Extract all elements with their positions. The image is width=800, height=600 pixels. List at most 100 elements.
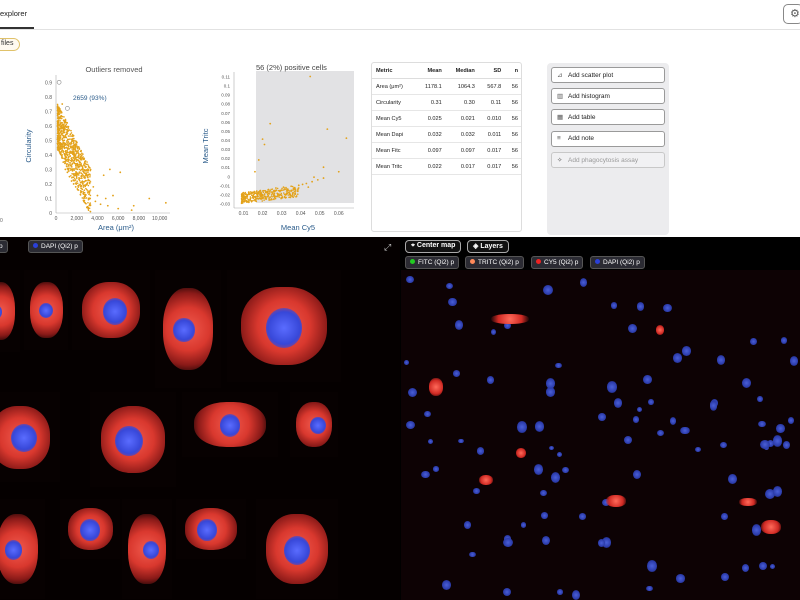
microscopy-map[interactable] — [401, 270, 800, 600]
scatter2-point — [256, 190, 258, 192]
nucleus-spot — [405, 421, 415, 429]
cell-thumbnail[interactable] — [0, 392, 60, 482]
scatter2-point — [244, 199, 246, 202]
scatter-outliers-removed[interactable]: Outliers removed 0 0.1 0.2 0.3 0.4 0.5 0.6 0.7 0… — [0, 58, 185, 236]
channel-dot — [410, 259, 415, 264]
scatter1-point — [79, 183, 82, 186]
scatter1-point — [71, 176, 73, 179]
scatter1-point — [75, 174, 78, 176]
scatter2-point — [290, 185, 293, 188]
cell-thumbnail[interactable] — [227, 270, 341, 382]
add-table-button[interactable]: ▦ Add table — [551, 109, 665, 125]
nucleus-spot — [452, 369, 461, 377]
map-channel-tritc[interactable]: TRITC (Qi2) p — [465, 256, 524, 269]
gate-region[interactable] — [256, 71, 354, 203]
scatter2-point — [309, 75, 312, 78]
scatter1-point — [60, 133, 63, 135]
scatter2-point — [263, 199, 265, 201]
map-channel-dapi[interactable]: DAPI (Qi2) p — [590, 256, 645, 269]
map-channel-fitc[interactable]: FITC (Qi2) p — [405, 256, 460, 269]
add-histogram-button[interactable]: ▥ Add histogram — [551, 88, 665, 104]
scatter1-point — [84, 175, 87, 177]
scatter2-point — [241, 202, 244, 204]
scatter2-point — [273, 192, 276, 195]
nucleus-spot — [550, 472, 560, 483]
nucleus-spot — [680, 426, 690, 435]
scatter2-point — [269, 196, 272, 199]
button-label: Add phagocytosis assay — [568, 157, 639, 164]
gallery-channel-chip[interactable]: p — [0, 240, 8, 253]
cell-nucleus — [80, 519, 100, 541]
center-map-button[interactable]: ⌖ Center map — [405, 240, 462, 253]
gallery-channel-dapi[interactable]: DAPI (Qi2) p — [28, 240, 83, 253]
nucleus-spot — [427, 439, 434, 445]
cell-thumbnail[interactable] — [0, 499, 45, 599]
y-tick-label: 0.09 — [221, 93, 230, 98]
map-channel-cy5[interactable]: CY5 (Qi2) p — [531, 256, 584, 269]
expand-icon[interactable]: ⤢ — [384, 243, 395, 254]
nucleus-spot — [721, 512, 729, 521]
scatter1-point — [57, 148, 60, 151]
scatter1-point — [66, 171, 69, 174]
scatter1-point — [87, 184, 90, 187]
y-tick-label: 0.11 — [222, 75, 231, 80]
scatter2-point — [249, 196, 252, 198]
nucleus-spot — [503, 587, 512, 596]
scatter2-point — [275, 187, 277, 189]
scatter1-point — [59, 134, 62, 137]
scatter1-point — [88, 190, 91, 193]
cell-thumbnail[interactable] — [90, 392, 176, 487]
cell-thumbnail[interactable] — [256, 499, 338, 599]
positive-cell-spot — [516, 448, 526, 458]
layers-button[interactable]: ◈ Layers — [467, 240, 509, 253]
cell-thumbnail[interactable] — [155, 270, 221, 388]
cell-thumbnail[interactable] — [72, 270, 150, 350]
scatter1-point — [77, 149, 79, 152]
table-cell: 0.31 — [414, 94, 445, 111]
settings-button[interactable]: ⚙ — [783, 4, 800, 24]
cell-thumbnail[interactable] — [24, 270, 68, 350]
tab-explorer[interactable]: explorer — [0, 0, 27, 30]
cell-thumbnail[interactable] — [176, 499, 246, 559]
scatter2-point — [280, 194, 283, 197]
scatter2-point — [257, 195, 259, 198]
scatter1-point — [73, 137, 75, 140]
nucleus-spot — [534, 464, 543, 475]
scatter1-point — [57, 142, 59, 145]
scatter1-point — [67, 156, 70, 159]
table-cell: 56 — [504, 94, 521, 111]
scatter2-point — [255, 200, 258, 203]
cell-gallery[interactable]: p DAPI (Qi2) p ⤢ — [0, 237, 400, 600]
add-scatter-plot-button[interactable]: ⊿ Add scatter plot — [551, 67, 665, 83]
scatter1-point — [66, 150, 68, 152]
scatter1-point — [61, 122, 64, 124]
scatter2-point — [280, 192, 283, 195]
scatter1-point — [57, 135, 60, 138]
scatter1-point — [106, 204, 109, 207]
cell-thumbnail[interactable] — [290, 392, 338, 457]
nucleus-spot — [606, 381, 617, 393]
scatter1-point — [83, 161, 86, 164]
cell-thumbnail[interactable] — [60, 499, 120, 559]
scatter1-point — [86, 188, 88, 191]
cell-thumbnail[interactable] — [0, 270, 20, 352]
scatter1-point — [83, 189, 86, 192]
scatter2-point — [292, 196, 295, 199]
nucleus-spot — [637, 407, 643, 413]
scatter2-point — [305, 182, 308, 185]
scatter1-point — [68, 158, 70, 161]
scatter1-point — [84, 197, 86, 199]
cell-thumbnail[interactable] — [182, 392, 278, 457]
y-tick-label: 0 — [227, 174, 230, 179]
nucleus-spot — [469, 551, 476, 557]
add-note-button[interactable]: ≡ Add note — [551, 131, 665, 147]
scatter1-point — [66, 125, 68, 128]
nucleus-spot — [407, 388, 417, 398]
scatter-positive-cells[interactable]: 56 (2%) positive cells -0.03 -0.02 -0.01 0 0… — [198, 58, 363, 236]
files-chip[interactable]: files — [0, 38, 21, 51]
scatter1-point — [80, 172, 83, 175]
y-tick-label: 0.3 — [45, 167, 52, 173]
scatter1-point — [84, 194, 86, 197]
nucleus-spot — [571, 589, 581, 600]
cell-thumbnail[interactable] — [122, 499, 172, 599]
